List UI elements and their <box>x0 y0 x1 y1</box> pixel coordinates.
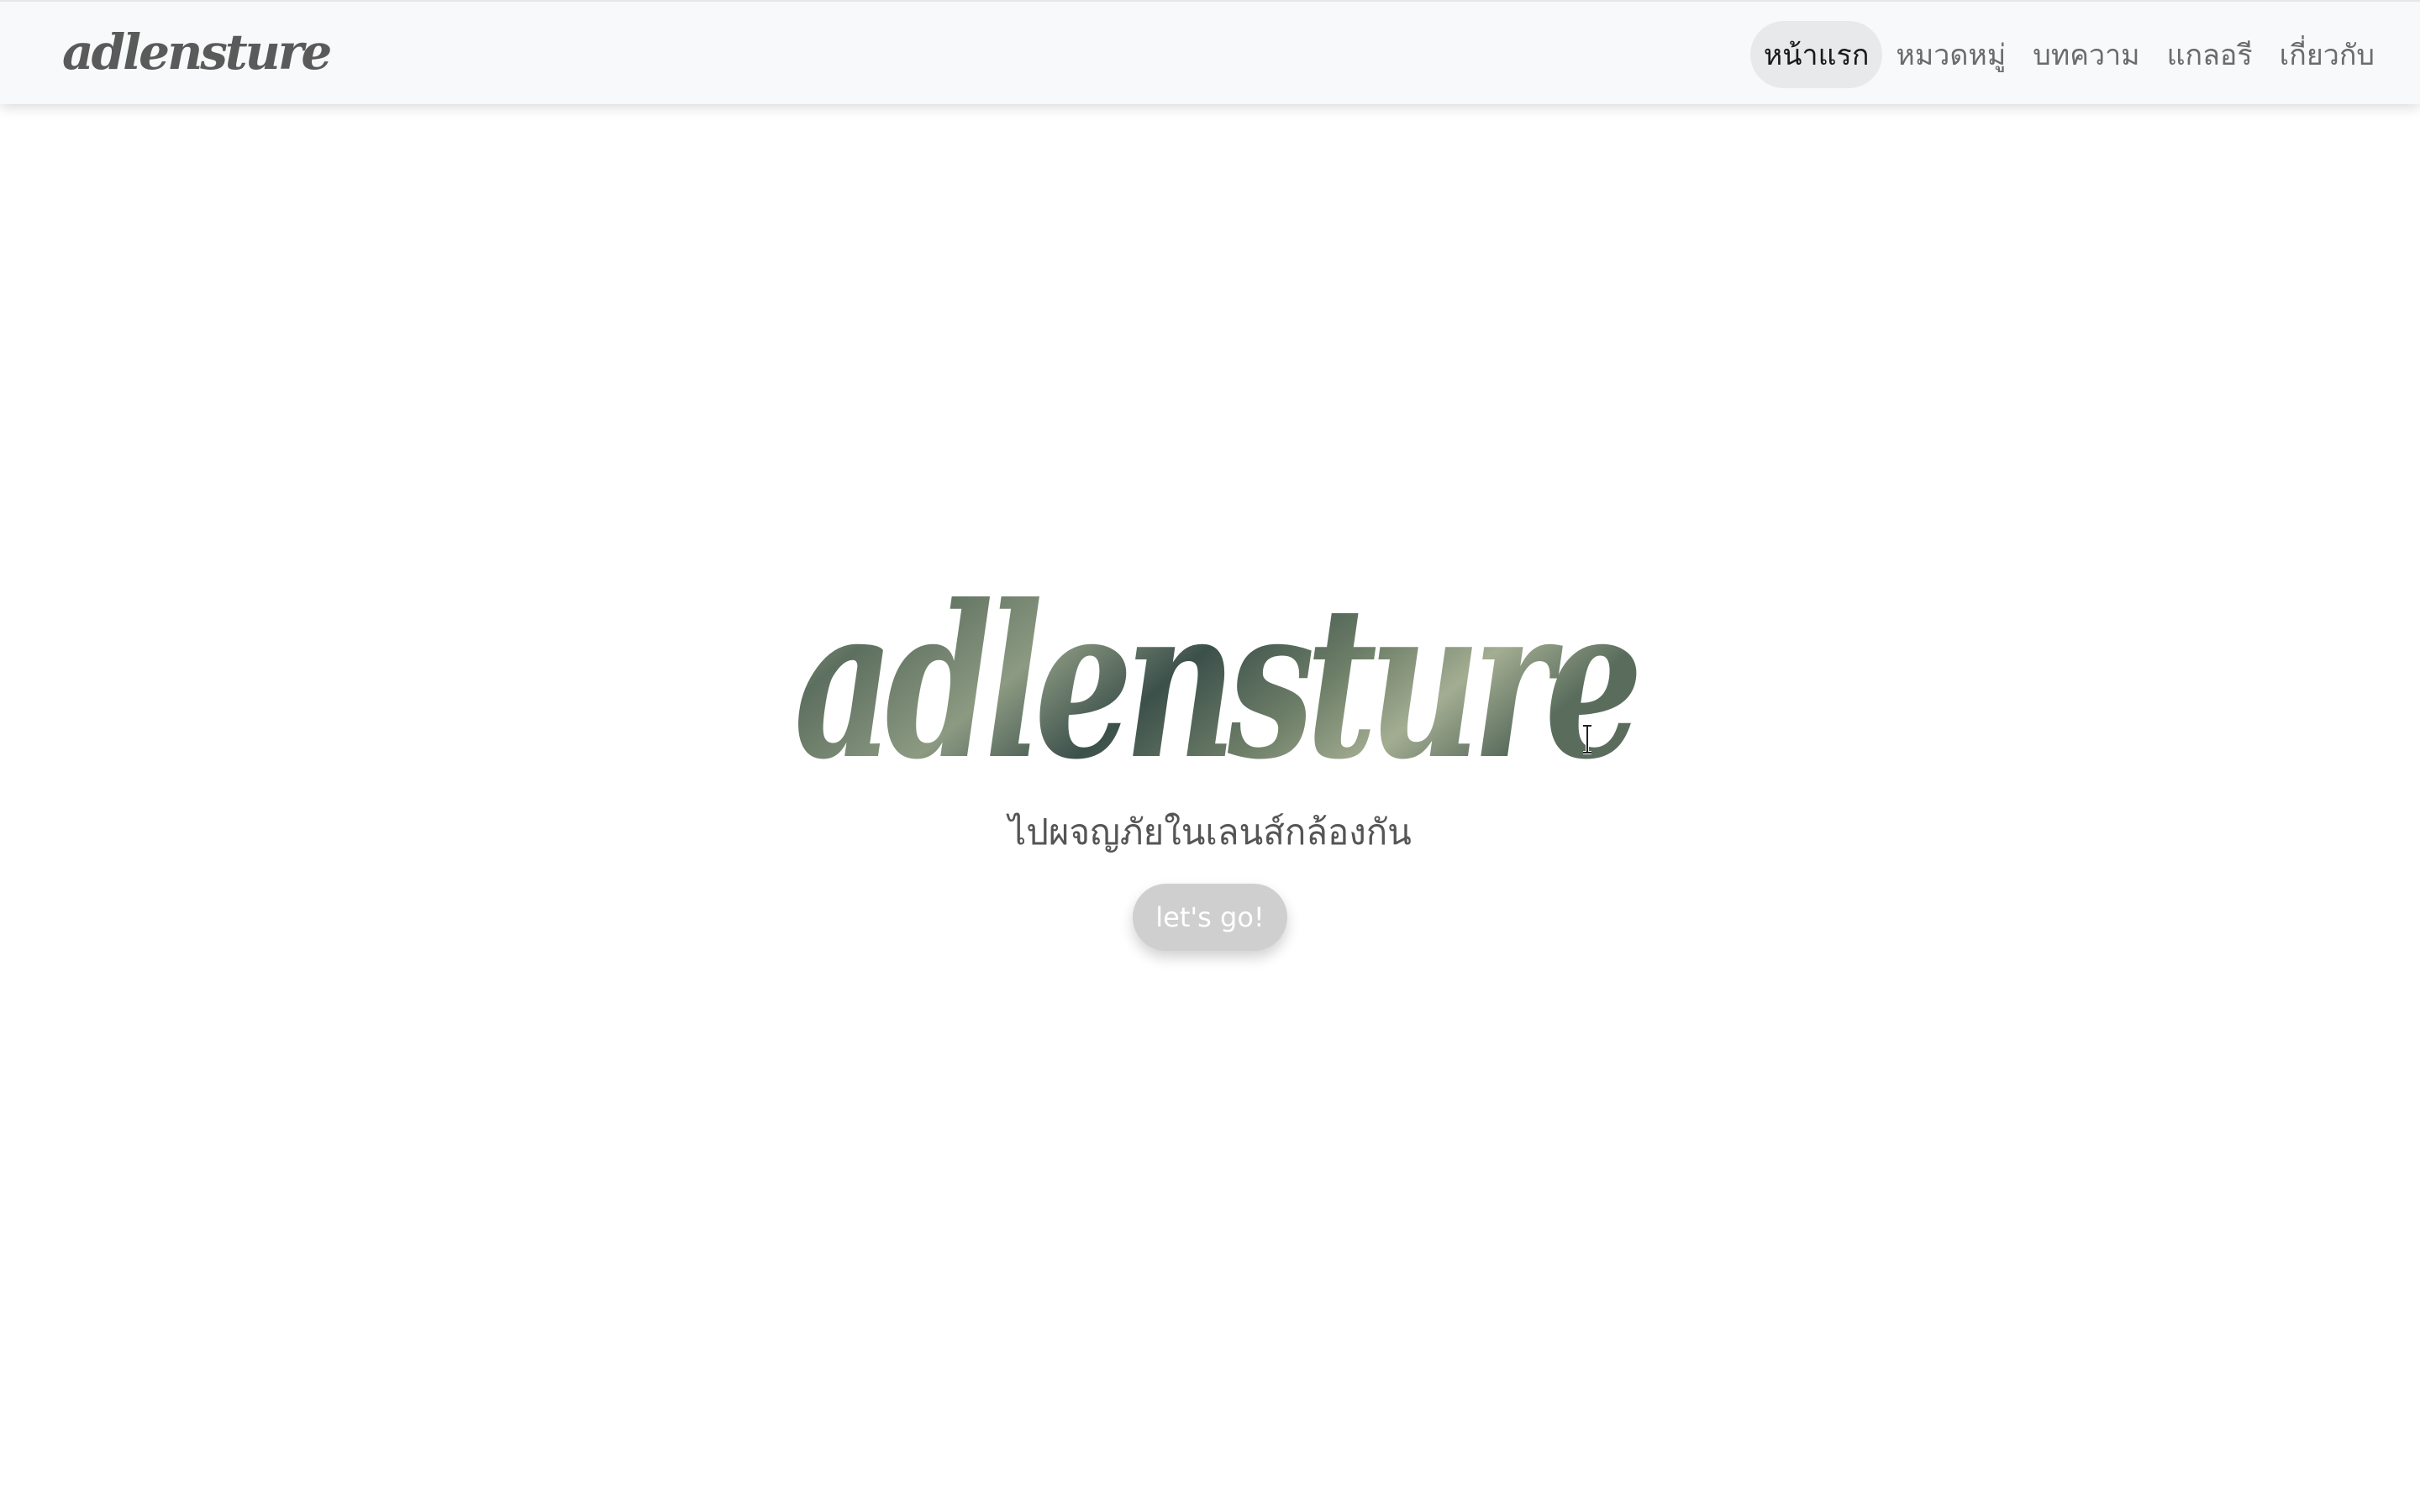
hero-title-text: adlensture <box>794 559 1637 781</box>
hero-tagline: ไปผจญภัยในเลนส์กล้องกัน <box>1008 811 1412 853</box>
nav-item-gallery[interactable]: แกลอรี <box>2154 21 2266 88</box>
nav-item-home[interactable]: หน้าแรก <box>1749 21 1883 88</box>
nav-item-categories[interactable]: หมวดหมู่ <box>1882 21 2019 88</box>
page: adlensture หน้าแรก หมวดหมู่ บทความ แกลอร… <box>0 0 2420 1512</box>
nav-item-articles[interactable]: บทความ <box>2019 21 2153 88</box>
brand-logo[interactable]: adlensture <box>62 18 332 86</box>
text-cursor-icon <box>1583 724 1591 754</box>
nav-item-about[interactable]: เกี่ยวกับ <box>2266 21 2388 88</box>
hero-title-graphic: adlensture <box>794 559 1639 781</box>
nav-links: หน้าแรก หมวดหมู่ บทความ แกลอรี เกี่ยวกับ <box>1749 21 2388 88</box>
hero-title: adlensture <box>790 546 1639 781</box>
navbar: adlensture หน้าแรก หมวดหมู่ บทความ แกลอร… <box>0 0 2420 104</box>
lets-go-button[interactable]: let's go! <box>1133 884 1287 951</box>
